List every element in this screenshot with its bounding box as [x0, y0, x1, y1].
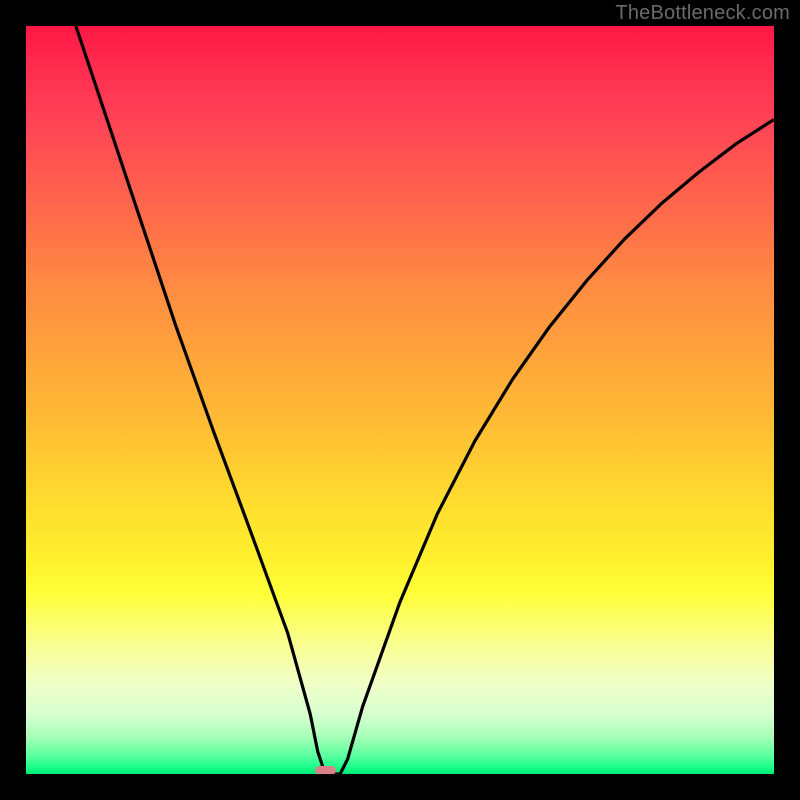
bottleneck-curve	[26, 26, 774, 774]
watermark-text: TheBottleneck.com	[615, 2, 790, 25]
plot-area	[26, 26, 774, 774]
optimal-marker	[315, 766, 336, 774]
curve-layer	[26, 26, 774, 774]
chart-frame: TheBottleneck.com	[0, 0, 800, 800]
